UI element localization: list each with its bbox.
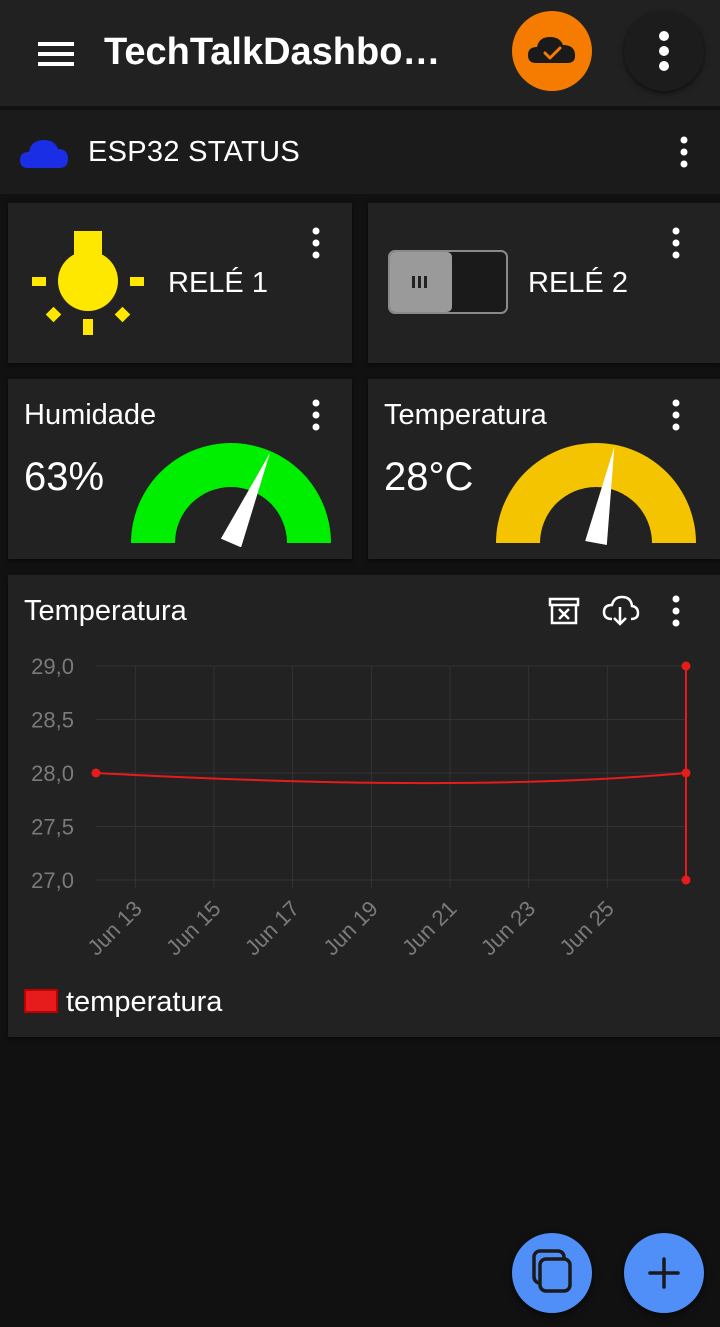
data-point xyxy=(681,661,691,671)
temperature-card: Temperatura 28°C xyxy=(368,379,720,559)
series-line xyxy=(95,772,687,785)
relay2-menu-icon[interactable] xyxy=(664,223,688,263)
humidity-gauge xyxy=(131,443,331,547)
add-fab[interactable] xyxy=(624,1233,704,1313)
cloud-icon xyxy=(18,136,70,170)
relay2-card[interactable]: RELÉ 2 xyxy=(368,203,720,363)
x-tick-label: Jun 13 xyxy=(82,896,146,960)
app-bar: TechTalkDashbo… xyxy=(0,0,720,106)
x-tick-label: Jun 19 xyxy=(318,896,382,960)
x-tick-label: Jun 17 xyxy=(240,896,304,960)
y-tick-label: 29,0 xyxy=(31,654,74,679)
section-menu-icon[interactable] xyxy=(672,132,696,172)
relay2-label: RELÉ 2 xyxy=(528,267,628,299)
temperature-menu-icon[interactable] xyxy=(664,395,688,435)
legend-swatch-temperatura xyxy=(24,989,58,1013)
y-tick-label: 28,5 xyxy=(31,708,74,733)
vertical-dots-icon xyxy=(659,31,669,71)
data-point xyxy=(681,875,691,885)
copy-fab[interactable] xyxy=(512,1233,592,1313)
x-tick-label: Jun 23 xyxy=(476,896,540,960)
copy-icon xyxy=(532,1249,572,1293)
humidity-label: Humidade xyxy=(24,399,157,431)
temperature-chart-card: Temperatura 29,0 28,5 28,0 27,5 27,0 Jun 13 J… xyxy=(8,575,720,1037)
cloud-check-icon[interactable] xyxy=(512,11,592,91)
legend-label: temperatura xyxy=(66,986,223,1018)
humidity-card: Humidade 63% xyxy=(8,379,352,559)
humidity-value: 63% xyxy=(24,455,105,499)
y-tick-label: 27,0 xyxy=(31,868,74,893)
relay1-card[interactable]: RELÉ 1 xyxy=(8,203,352,363)
x-tick-label: Jun 15 xyxy=(161,896,225,960)
x-tick-label: Jun 25 xyxy=(554,896,618,960)
x-tick-label: Jun 21 xyxy=(397,896,461,960)
y-tick-label: 28,0 xyxy=(31,761,74,786)
app-title: TechTalkDashbo… xyxy=(104,31,441,73)
temperature-label: Temperatura xyxy=(384,399,547,431)
temperature-gauge xyxy=(496,443,696,546)
plus-icon xyxy=(648,1257,680,1289)
temperature-value: 28°C xyxy=(384,455,474,499)
relay1-menu-icon[interactable] xyxy=(304,223,328,263)
temperature-line-chart: 29,028,528,027,527,0 Jun 13 Jun 15 Jun 17 J… xyxy=(31,654,691,960)
section-header: ESP32 STATUS xyxy=(0,110,720,194)
y-tick-label: 27,5 xyxy=(31,815,74,840)
relay1-label: RELÉ 1 xyxy=(168,267,268,299)
humidity-menu-icon[interactable] xyxy=(304,395,328,435)
section-title: ESP32 STATUS xyxy=(88,136,301,168)
lightbulb-icon[interactable] xyxy=(28,227,148,339)
hamburger-menu-icon[interactable] xyxy=(30,34,82,74)
data-point xyxy=(681,768,691,778)
data-point xyxy=(91,768,101,778)
overflow-menu-button[interactable] xyxy=(624,11,704,91)
toggle-switch-icon[interactable] xyxy=(388,250,508,314)
